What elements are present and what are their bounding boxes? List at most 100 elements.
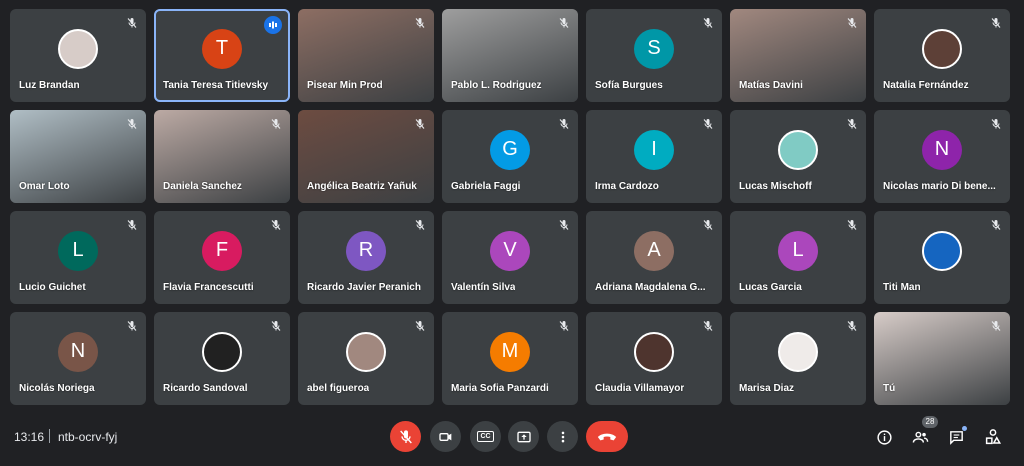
people-icon — [912, 431, 928, 443]
captions-button[interactable]: CC — [470, 421, 501, 452]
info-icon — [876, 429, 892, 445]
mic-muted-icon — [988, 116, 1004, 132]
chat-notification-dot — [962, 426, 967, 431]
mic-muted-icon — [412, 116, 428, 132]
meeting-info-button[interactable] — [873, 426, 895, 448]
participant-name: Tania Teresa Titievsky — [163, 80, 269, 91]
participant-tile[interactable]: Omar Loto — [10, 110, 146, 203]
participant-name: Pablo L. Rodriguez — [451, 80, 542, 91]
participant-avatar: N — [58, 331, 98, 372]
mic-muted-icon — [988, 15, 1004, 31]
participant-tile[interactable]: Pablo L. Rodriguez — [442, 9, 578, 102]
mic-muted-icon — [412, 318, 428, 334]
participant-tile[interactable]: Tú — [874, 312, 1010, 405]
participant-tile[interactable]: N Nicolás Noriega — [10, 312, 146, 405]
participant-avatar: M — [490, 331, 530, 372]
participant-avatar-photo — [58, 28, 98, 69]
participant-tile[interactable]: T Tania Teresa Titievsky — [154, 9, 290, 102]
participant-tile[interactable]: L Lucas Garcia — [730, 211, 866, 304]
leave-call-button[interactable] — [586, 421, 628, 452]
mic-muted-icon — [844, 15, 860, 31]
captions-icon: CC — [477, 431, 494, 442]
mic-muted-icon — [700, 116, 716, 132]
participant-tile[interactable]: Natalia Fernández — [874, 9, 1010, 102]
participant-name: Daniela Sanchez — [163, 181, 242, 192]
hangup-icon — [597, 433, 617, 440]
mic-off-icon — [399, 429, 412, 443]
activities-button[interactable] — [982, 426, 1004, 448]
mic-muted-icon — [268, 116, 284, 132]
participant-avatar: L — [778, 230, 818, 271]
participant-name: Gabriela Faggi — [451, 181, 521, 192]
participant-avatar: N — [922, 129, 962, 170]
participant-count-badge: 28 — [922, 416, 938, 428]
participant-name: Lucio Guichet — [19, 282, 86, 293]
mic-muted-icon — [700, 217, 716, 233]
participant-name: Titi Man — [883, 282, 921, 293]
participant-name: Angélica Beatriz Yañuk — [307, 181, 417, 192]
participant-tile[interactable]: Marisa Diaz — [730, 312, 866, 405]
meeting-time: 13:16 — [14, 430, 45, 444]
participant-tile[interactable]: V Valentín Silva — [442, 211, 578, 304]
participant-avatar: L — [58, 230, 98, 271]
participant-tile[interactable]: Lucas Mischoff — [730, 110, 866, 203]
mic-muted-icon — [988, 217, 1004, 233]
camera-toggle-button[interactable] — [430, 421, 461, 452]
participant-avatar-photo — [346, 331, 386, 372]
mic-muted-icon — [844, 318, 860, 334]
mic-toggle-button[interactable] — [390, 421, 421, 452]
participant-tile[interactable]: Matías Davini — [730, 9, 866, 102]
participant-name: Valentín Silva — [451, 282, 516, 293]
mic-muted-icon — [556, 217, 572, 233]
participant-avatar-photo — [922, 230, 962, 271]
mic-muted-icon — [844, 116, 860, 132]
people-button[interactable] — [909, 426, 931, 448]
participant-tile[interactable]: Pisear Min Prod — [298, 9, 434, 102]
participant-tile[interactable]: M Maria Sofia Panzardi — [442, 312, 578, 405]
participant-name: Lucas Garcia — [739, 282, 802, 293]
participant-avatar: R — [346, 230, 386, 271]
participant-tile[interactable]: Luz Brandan — [10, 9, 146, 102]
participant-avatar: A — [634, 230, 674, 271]
participant-avatar: G — [490, 129, 530, 170]
present-button[interactable] — [508, 421, 539, 452]
participant-tile[interactable]: Titi Man — [874, 211, 1010, 304]
participant-name: Flavia Francescutti — [163, 282, 254, 293]
participant-tile[interactable]: R Ricardo Javier Peranich — [298, 211, 434, 304]
participant-name: Ricardo Sandoval — [163, 383, 248, 394]
participant-tile[interactable]: Daniela Sanchez — [154, 110, 290, 203]
mic-muted-icon — [412, 15, 428, 31]
participant-avatar: S — [634, 28, 674, 69]
participant-name: Natalia Fernández — [883, 80, 969, 91]
mic-muted-icon — [124, 15, 140, 31]
participant-tile[interactable]: G Gabriela Faggi — [442, 110, 578, 203]
participant-tile[interactable]: F Flavia Francescutti — [154, 211, 290, 304]
participant-avatar-photo — [778, 129, 818, 170]
participant-tile[interactable]: Ricardo Sandoval — [154, 312, 290, 405]
participant-avatar-photo — [634, 331, 674, 372]
participant-tile[interactable]: I Irma Cardozo — [586, 110, 722, 203]
mic-muted-icon — [844, 217, 860, 233]
participant-tile[interactable]: Angélica Beatriz Yañuk — [298, 110, 434, 203]
participant-tile[interactable]: N Nicolas mario Di bene... — [874, 110, 1010, 203]
activities-icon — [985, 429, 1002, 445]
speaking-indicator-icon — [264, 16, 282, 34]
participant-name: abel figueroa — [307, 383, 370, 394]
participant-tile[interactable]: A Adriana Magdalena G... — [586, 211, 722, 304]
participant-name: Lucas Mischoff — [739, 181, 812, 192]
chat-icon — [949, 430, 963, 445]
more-vert-icon — [561, 431, 564, 442]
mic-muted-icon — [124, 116, 140, 132]
participant-tile[interactable]: Claudia Villamayor — [586, 312, 722, 405]
participant-name: Sofía Burgues — [595, 80, 663, 91]
more-options-button[interactable] — [547, 421, 578, 452]
participant-name: Omar Loto — [19, 181, 70, 192]
participant-tile[interactable]: abel figueroa — [298, 312, 434, 405]
participant-tile[interactable]: L Lucio Guichet — [10, 211, 146, 304]
participant-tile[interactable]: S Sofía Burgues — [586, 9, 722, 102]
participant-name: Pisear Min Prod — [307, 80, 383, 91]
participant-avatar: I — [634, 129, 674, 170]
participant-avatar-photo — [202, 331, 242, 372]
participant-name: Marisa Diaz — [739, 383, 795, 394]
mic-muted-icon — [124, 318, 140, 334]
